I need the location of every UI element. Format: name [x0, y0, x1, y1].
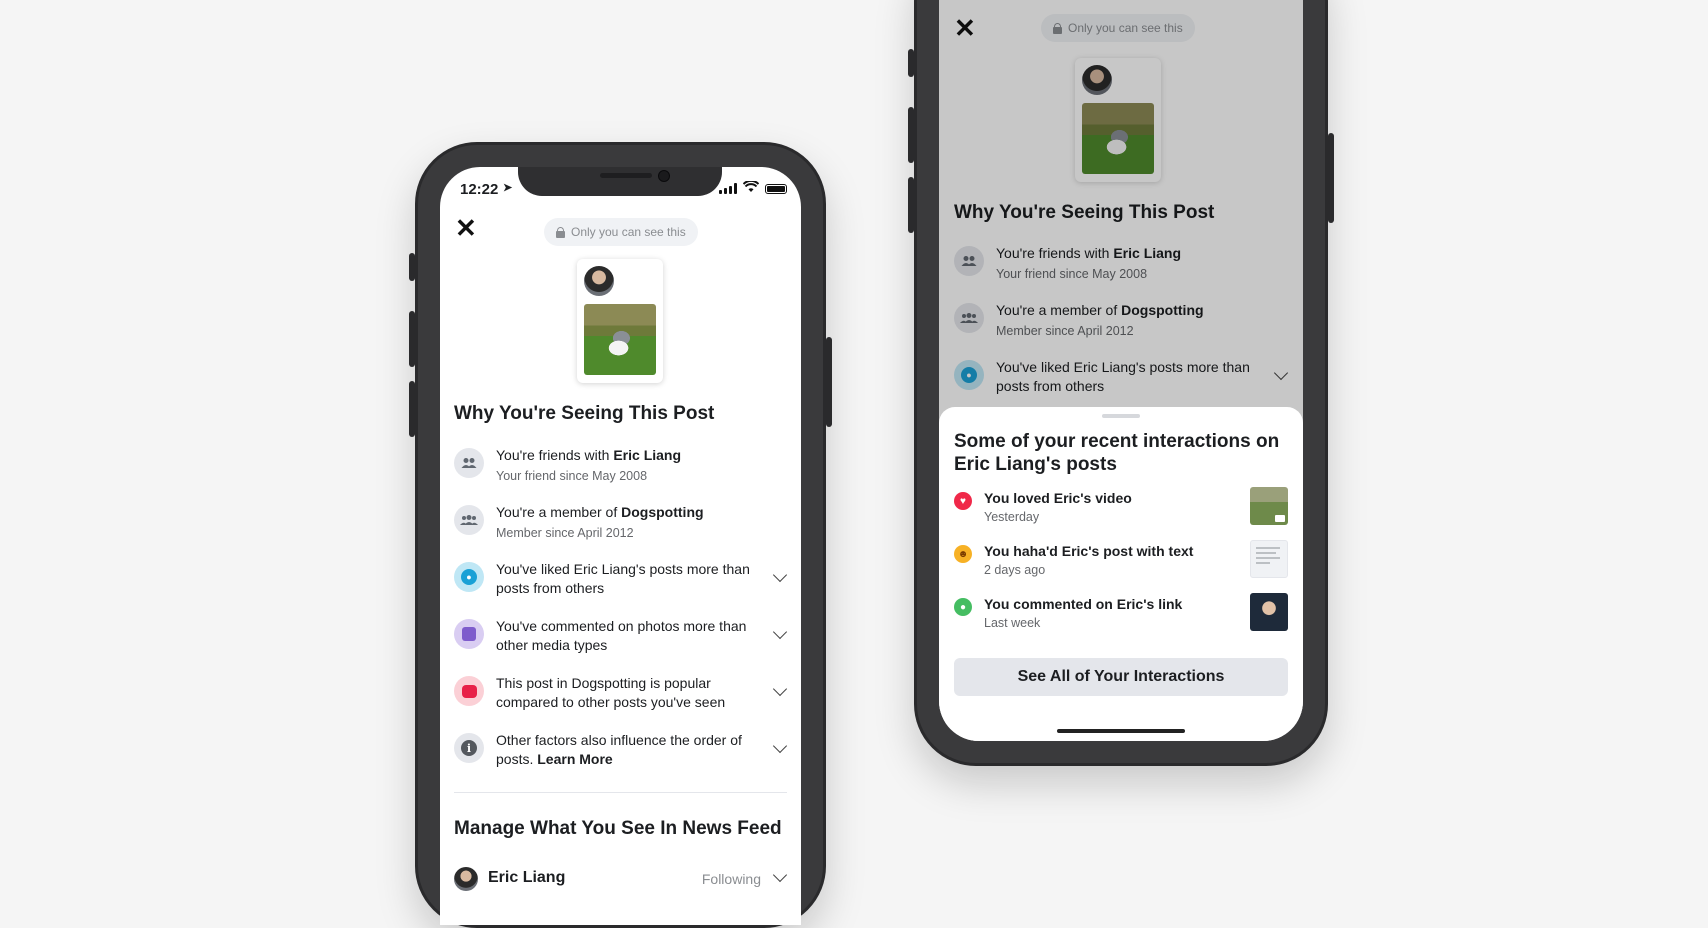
wifi-icon	[742, 179, 760, 196]
link-thumbnail[interactable]	[1250, 593, 1288, 631]
volume-up-button	[409, 311, 415, 367]
chevron-down-icon[interactable]	[772, 738, 788, 754]
reason-text: You're friends with	[496, 447, 614, 463]
follow-row[interactable]: Eric Liang Following	[454, 867, 788, 897]
privacy-label: Only you can see this	[571, 225, 686, 239]
follow-status: Following	[701, 871, 761, 887]
lock-icon	[556, 227, 565, 238]
close-icon[interactable]: ✕	[455, 215, 477, 241]
friends-icon	[454, 448, 484, 478]
interaction-time: Last week	[984, 616, 1041, 630]
video-thumbnail[interactable]	[1250, 487, 1288, 525]
location-arrow-icon: ➤	[503, 182, 513, 194]
comment-icon	[454, 676, 484, 706]
avatar	[454, 867, 478, 891]
reason-bold[interactable]: Eric Liang	[613, 447, 681, 463]
interaction-item[interactable]: ♥ You loved Eric's video Yesterday	[954, 487, 1288, 530]
reason-text: This post in Dogspotting is popular comp…	[496, 675, 726, 710]
post-preview-card	[577, 259, 663, 383]
status-icons	[719, 179, 787, 196]
power-button	[1328, 133, 1334, 223]
status-time: 12:22	[460, 181, 499, 198]
battery-icon	[765, 183, 787, 194]
interaction-time: Yesterday	[984, 510, 1040, 524]
front-camera	[658, 170, 670, 182]
home-indicator	[1057, 729, 1185, 733]
learn-more-link[interactable]: Learn More	[537, 751, 612, 767]
see-all-interactions-button[interactable]: See All of Your Interactions	[954, 658, 1288, 696]
reason-other-factors[interactable]: i Other factors also influence the order…	[454, 731, 788, 775]
reason-group: You're a member of Dogspotting Member sin…	[454, 503, 787, 547]
info-icon: i	[454, 733, 484, 763]
interaction-item[interactable]: ☻ You haha'd Eric's post with text 2 day…	[954, 540, 1288, 583]
speaker	[600, 173, 652, 178]
mute-switch	[908, 49, 914, 77]
phone-right: ✕ Only you can see this Why You're Seein…	[908, 0, 1334, 766]
post-photo	[584, 304, 656, 375]
reason-text: You're a member of	[496, 504, 622, 520]
notch	[518, 167, 722, 196]
reason-text: You've liked Eric Liang's posts more tha…	[496, 561, 750, 596]
reason-sub: Member since April 2012	[496, 526, 634, 540]
reason-bold[interactable]: Dogspotting	[621, 504, 703, 520]
interaction-item[interactable]: ● You commented on Eric's link Last week	[954, 593, 1288, 636]
chevron-down-icon[interactable]	[772, 681, 788, 697]
chevron-down-icon[interactable]	[772, 867, 788, 883]
love-icon: ♥	[954, 492, 972, 510]
section-title: Why You're Seeing This Post	[454, 403, 715, 424]
sheet-title: Some of your recent interactions on Eric…	[954, 431, 1280, 475]
play-icon	[1275, 515, 1285, 522]
screen-left: 12:22 ➤ ✕ Only you can see this Why You'…	[440, 167, 801, 925]
reason-text: You've commented on photos more than oth…	[496, 618, 747, 653]
phone-left: 12:22 ➤ ✕ Only you can see this Why You'…	[409, 142, 832, 928]
mute-switch	[409, 253, 415, 281]
interactions-sheet: Some of your recent interactions on Eric…	[939, 407, 1303, 741]
chevron-down-icon[interactable]	[772, 624, 788, 640]
reason-liked-posts[interactable]: ● You've liked Eric Liang's posts more t…	[454, 560, 788, 604]
signal-icon	[719, 183, 737, 194]
interaction-time: 2 days ago	[984, 563, 1046, 577]
sheet-grabber[interactable]	[1102, 414, 1140, 418]
screen-right: ✕ Only you can see this Why You're Seein…	[939, 0, 1303, 741]
reason-text: Other factors also influence the order o…	[496, 732, 742, 767]
interaction-title: You haha'd Eric's post with text	[984, 543, 1194, 559]
power-button	[826, 337, 832, 427]
person-icon: ●	[454, 562, 484, 592]
photo-icon	[454, 619, 484, 649]
interaction-title: You commented on Eric's link	[984, 596, 1183, 612]
comment-bubble-icon: ●	[954, 598, 972, 616]
reason-friends: You're friends with Eric Liang Your frien…	[454, 446, 787, 490]
author-avatar	[584, 266, 614, 296]
volume-up-button	[908, 107, 914, 163]
reason-sub: Your friend since May 2008	[496, 469, 648, 483]
volume-down-button	[908, 177, 914, 233]
divider	[454, 792, 787, 793]
haha-icon: ☻	[954, 545, 972, 563]
privacy-pill: Only you can see this	[544, 218, 698, 246]
group-icon	[454, 505, 484, 535]
volume-down-button	[409, 381, 415, 437]
interaction-title: You loved Eric's video	[984, 490, 1132, 506]
chevron-down-icon[interactable]	[772, 567, 788, 583]
reason-photos[interactable]: You've commented on photos more than oth…	[454, 617, 788, 661]
manage-title: Manage What You See In News Feed	[454, 818, 782, 839]
follow-name: Eric Liang	[488, 869, 566, 886]
text-post-thumbnail[interactable]	[1250, 540, 1288, 578]
reason-popular[interactable]: This post in Dogspotting is popular comp…	[454, 674, 788, 718]
